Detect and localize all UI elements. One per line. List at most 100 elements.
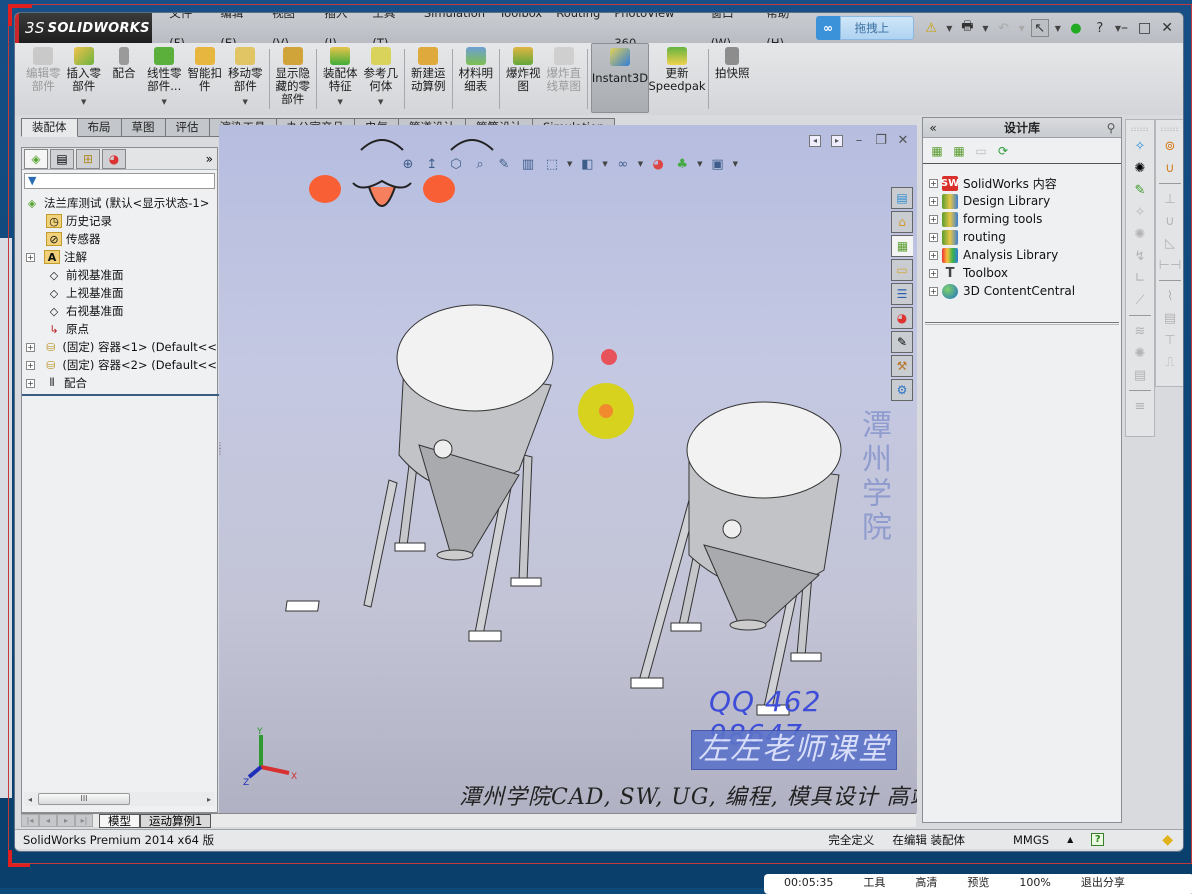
routing-library-tab[interactable]: ⚒ <box>891 355 913 377</box>
show-hidden-components-button[interactable]: 显示隐 藏的零 部件 <box>273 43 314 113</box>
tab-assembly[interactable]: 装配体 <box>21 118 78 137</box>
chevron-down-icon[interactable]: ▼ <box>1055 24 1061 33</box>
tree-item-front-plane[interactable]: ◇ 前视基准面 <box>24 266 217 284</box>
expand-icon[interactable]: + <box>929 268 938 278</box>
maximize-button[interactable]: □ <box>1138 20 1151 36</box>
quick-tips-help-icon[interactable]: ? <box>1091 833 1105 846</box>
expand-icon[interactable]: + <box>929 250 938 260</box>
add-fitting-icon[interactable]: ✺ <box>1130 159 1150 177</box>
toolbar-grip[interactable]: :::::: <box>1131 126 1149 133</box>
chevron-down-icon[interactable]: ▼ <box>81 96 86 109</box>
close-button[interactable]: ✕ <box>1161 20 1173 36</box>
move-component-button[interactable]: 移动零 部件 ▼ <box>225 43 266 113</box>
recorder-preview-button[interactable]: 预览 <box>967 874 989 894</box>
tree-item-top-plane[interactable]: ◇ 上视基准面 <box>24 284 217 302</box>
expand-icon[interactable]: + <box>929 232 938 242</box>
edit-component-button[interactable]: 编辑零 部件 <box>23 43 64 113</box>
pressure-vessel-2[interactable] <box>630 401 842 716</box>
tree-item-origin[interactable]: ↳ 原点 <box>24 320 217 338</box>
tree-item-annotations[interactable]: + A 注解 <box>24 248 217 266</box>
tab-motion-study-1[interactable]: 运动算例1 <box>140 813 212 828</box>
assembly-features-button[interactable]: 装配体 特征 ▼ <box>320 43 361 113</box>
rebuild-warning-icon[interactable]: ⚠ <box>922 19 940 37</box>
scroll-left-icon[interactable]: ◂ <box>24 795 36 804</box>
linear-pattern-button[interactable]: 线性零 部件... ▼ <box>144 43 185 113</box>
tree-item-sensors[interactable]: ⊘ 传感器 <box>24 230 217 248</box>
design-library-splitter[interactable] <box>925 322 1119 325</box>
chevron-down-icon[interactable]: ▼ <box>338 96 343 109</box>
sketch-route-icon[interactable]: ✎ <box>1130 181 1150 199</box>
feature-tree-filter[interactable]: ▼ <box>24 173 215 189</box>
graphics-viewport[interactable]: ⊕ ↥ ⬡ ⌕ ✎ ▥ ⬚ ▼ ◧ ▼ ∞ ▼ ◕ ♣ ▼ ▣ ▼ ◂ ▸ – ❐ ✕ <box>219 125 917 813</box>
library-item-3d-contentcentral[interactable]: +3D ContentCentral <box>929 282 1121 300</box>
recorder-exit-share-button[interactable]: 退出分享 <box>1081 874 1125 894</box>
library-item-design-library[interactable]: + Design Library <box>929 192 1121 210</box>
tag-icon[interactable]: ◆ <box>1162 832 1173 848</box>
solidworks-resources-tab[interactable]: ▤ <box>891 187 913 209</box>
scroll-right-icon[interactable]: ▸ <box>203 795 215 804</box>
refresh-icon[interactable]: ⟳ <box>995 143 1011 159</box>
update-speedpak-button[interactable]: 更新 Speedpak <box>648 43 706 113</box>
recorder-tools-button[interactable]: 工具 <box>863 874 885 894</box>
expand-icon[interactable]: + <box>26 252 35 262</box>
toolbar-grip[interactable]: :::::: <box>1161 126 1179 133</box>
expand-icon[interactable]: + <box>929 214 938 224</box>
appearances-tab[interactable]: ◕ <box>891 307 913 329</box>
exploded-view-button[interactable]: 爆炸视 图 <box>503 43 544 113</box>
new-motion-study-button[interactable]: 新建运 动算例 <box>408 43 449 113</box>
scroll-thumb[interactable]: III <box>38 793 130 805</box>
tab-layout[interactable]: 布局 <box>77 118 122 137</box>
chevron-down-icon[interactable]: ▼ <box>982 24 988 33</box>
chevron-down-icon[interactable]: ▼ <box>243 96 248 109</box>
chevron-down-icon[interactable]: ▼ <box>378 96 383 109</box>
explode-line-sketch-button[interactable]: 爆炸直 线草图 <box>544 43 585 113</box>
view-palette-tab[interactable]: ☰ <box>891 283 913 305</box>
next-tab-icon[interactable]: ▸ <box>57 814 75 827</box>
instant3d-button[interactable]: Instant3D <box>591 43 649 113</box>
pipe-fitting-icon[interactable]: ⊚ <box>1160 137 1180 155</box>
library-item-analysis-library[interactable]: + Analysis Library <box>929 246 1121 264</box>
drag-upload-button[interactable]: 拖拽上传 <box>839 16 915 57</box>
first-tab-icon[interactable]: |◂ <box>21 814 39 827</box>
tab-evaluate[interactable]: 评估 <box>165 118 210 137</box>
horizontal-scrollbar[interactable]: ◂ III ▸ <box>24 792 215 806</box>
create-new-folder-icon[interactable]: ▦ <box>951 143 967 159</box>
reference-geometry-button[interactable]: 参考几 何体 ▼ <box>361 43 402 113</box>
bill-of-materials-button[interactable]: 材料明 细表 <box>456 43 497 113</box>
undo-icon[interactable]: ↶ <box>995 19 1013 37</box>
add-file-location-icon[interactable]: ▦ <box>929 143 945 159</box>
library-item-routing[interactable]: + routing <box>929 228 1121 246</box>
print-icon[interactable]: 🖶 <box>958 19 976 37</box>
tree-item-assembly-root[interactable]: ◈ 法兰库测试 (默认<显示状态-1> <box>24 194 217 212</box>
recorder-hd-button[interactable]: 高清 <box>915 874 937 894</box>
chevron-down-icon[interactable]: ▼ <box>946 24 952 33</box>
mate-button[interactable]: 配合 <box>104 43 144 113</box>
expand-icon[interactable]: + <box>929 286 938 296</box>
pin-icon[interactable]: ⚲ <box>1101 121 1121 135</box>
tree-item-mates[interactable]: + ⫴ 配合 <box>24 374 217 392</box>
unit-system[interactable]: MMGS <box>1013 833 1049 847</box>
design-library-tab[interactable]: ▦ <box>891 235 913 257</box>
tab-sketch[interactable]: 草图 <box>121 118 166 137</box>
minimize-button[interactable]: – <box>1121 20 1128 36</box>
expand-icon[interactable]: + <box>929 178 938 188</box>
collapse-panel-icon[interactable]: « <box>923 121 943 135</box>
help-icon[interactable]: ? <box>1091 19 1109 37</box>
tree-item-history[interactable]: ◷ 历史记录 <box>24 212 217 230</box>
traffic-light-icon[interactable]: ● <box>1067 19 1085 37</box>
tree-item-vessel-2[interactable]: + ⛁ (固定) 容器<2> (Default<< <box>24 356 217 374</box>
prev-tab-icon[interactable]: ◂ <box>39 814 57 827</box>
expand-icon[interactable]: + <box>26 378 35 388</box>
configuration-manager-tab[interactable]: ⊞ <box>76 148 100 169</box>
chevron-down-icon[interactable]: ▼ <box>162 96 167 109</box>
expand-icon[interactable]: + <box>26 360 35 370</box>
panel-splitter-handle[interactable]: ⋮ ⋮ <box>216 442 224 483</box>
snapshot-button[interactable]: 拍快照 <box>712 43 753 113</box>
feature-tree-tab[interactable]: ◈ <box>24 148 48 169</box>
pressure-vessel-1[interactable] <box>285 304 554 642</box>
pipe-route-icon[interactable]: ∪ <box>1160 159 1180 177</box>
select-cursor-icon[interactable]: ↖ <box>1030 19 1049 37</box>
routing-guide-tab[interactable]: ⚙ <box>891 379 913 401</box>
custom-properties-tab[interactable]: ✎ <box>891 331 913 353</box>
file-explorer-tab[interactable]: ▭ <box>891 259 913 281</box>
